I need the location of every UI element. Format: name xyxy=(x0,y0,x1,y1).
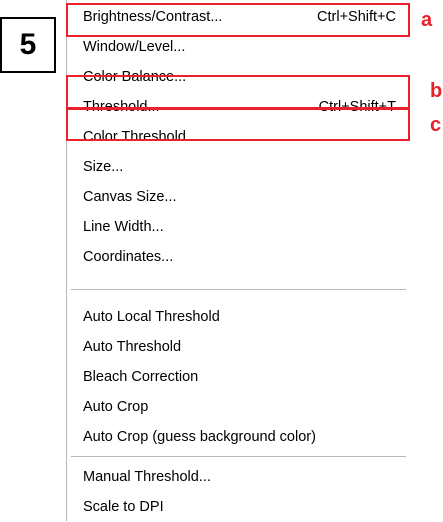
menu-item-color-threshold[interactable]: Color Threshold... xyxy=(67,122,410,152)
menu-item-canvas-size[interactable]: Canvas Size... xyxy=(67,182,410,212)
menu-item-label: Bleach Correction xyxy=(83,369,199,385)
menu-item-brightness-contrast[interactable]: Brightness/Contrast... Ctrl+Shift+C xyxy=(67,2,410,32)
menu-item-label: Size... xyxy=(83,159,124,175)
menu-item-color-balance[interactable]: Color Balance... xyxy=(67,62,410,92)
menu-item-size[interactable]: Size... xyxy=(67,152,410,182)
menu-group-plugins: Auto Local Threshold Auto Threshold Blea… xyxy=(67,302,410,452)
menu-item-label: Threshold... xyxy=(83,99,160,115)
menu-item-coordinates[interactable]: Coordinates... xyxy=(67,242,410,272)
menu-separator xyxy=(71,456,406,457)
menu-group-extra: Manual Threshold... Scale to DPI xyxy=(67,462,410,522)
menu-item-shortcut: Ctrl+Shift+T xyxy=(318,99,396,115)
menu-item-threshold[interactable]: Threshold... Ctrl+Shift+T xyxy=(67,92,410,122)
menu-item-manual-threshold[interactable]: Manual Threshold... xyxy=(67,462,410,492)
menu-item-auto-crop-guess-background[interactable]: Auto Crop (guess background color) xyxy=(67,422,410,452)
menu-item-label: Manual Threshold... xyxy=(83,469,211,485)
menu-item-label: Color Balance... xyxy=(83,69,187,85)
menu-item-label: Auto Crop (guess background color) xyxy=(83,429,316,445)
menu-item-auto-threshold[interactable]: Auto Threshold xyxy=(67,332,410,362)
menu-item-label: Auto Local Threshold xyxy=(83,309,220,325)
menu-item-auto-local-threshold[interactable]: Auto Local Threshold xyxy=(67,302,410,332)
callout-label-b: b xyxy=(430,80,443,102)
callout-label-a: a xyxy=(421,9,433,31)
callout-label-c: c xyxy=(430,114,442,136)
menu-item-label: Line Width... xyxy=(83,219,164,235)
menu-item-label: Auto Crop xyxy=(83,399,149,415)
menu-item-label: Coordinates... xyxy=(83,249,174,265)
adjust-menu: Brightness/Contrast... Ctrl+Shift+C Wind… xyxy=(66,0,409,521)
menu-item-auto-crop[interactable]: Auto Crop xyxy=(67,392,410,422)
step-number-box: 5 xyxy=(0,17,56,73)
menu-item-line-width[interactable]: Line Width... xyxy=(67,212,410,242)
menu-item-label: Window/Level... xyxy=(83,39,186,55)
menu-item-label: Scale to DPI xyxy=(83,499,164,515)
menu-group-adjust: Brightness/Contrast... Ctrl+Shift+C Wind… xyxy=(67,2,410,272)
menu-item-scale-to-dpi[interactable]: Scale to DPI xyxy=(67,492,410,522)
menu-item-window-level[interactable]: Window/Level... xyxy=(67,32,410,62)
menu-item-label: Canvas Size... xyxy=(83,189,177,205)
menu-item-bleach-correction[interactable]: Bleach Correction xyxy=(67,362,410,392)
menu-item-label: Brightness/Contrast... xyxy=(83,9,223,25)
menu-separator xyxy=(71,289,406,290)
menu-item-label: Color Threshold... xyxy=(83,129,198,145)
menu-item-shortcut: Ctrl+Shift+C xyxy=(317,9,396,25)
step-number: 5 xyxy=(19,28,37,61)
menu-item-label: Auto Threshold xyxy=(83,339,182,355)
